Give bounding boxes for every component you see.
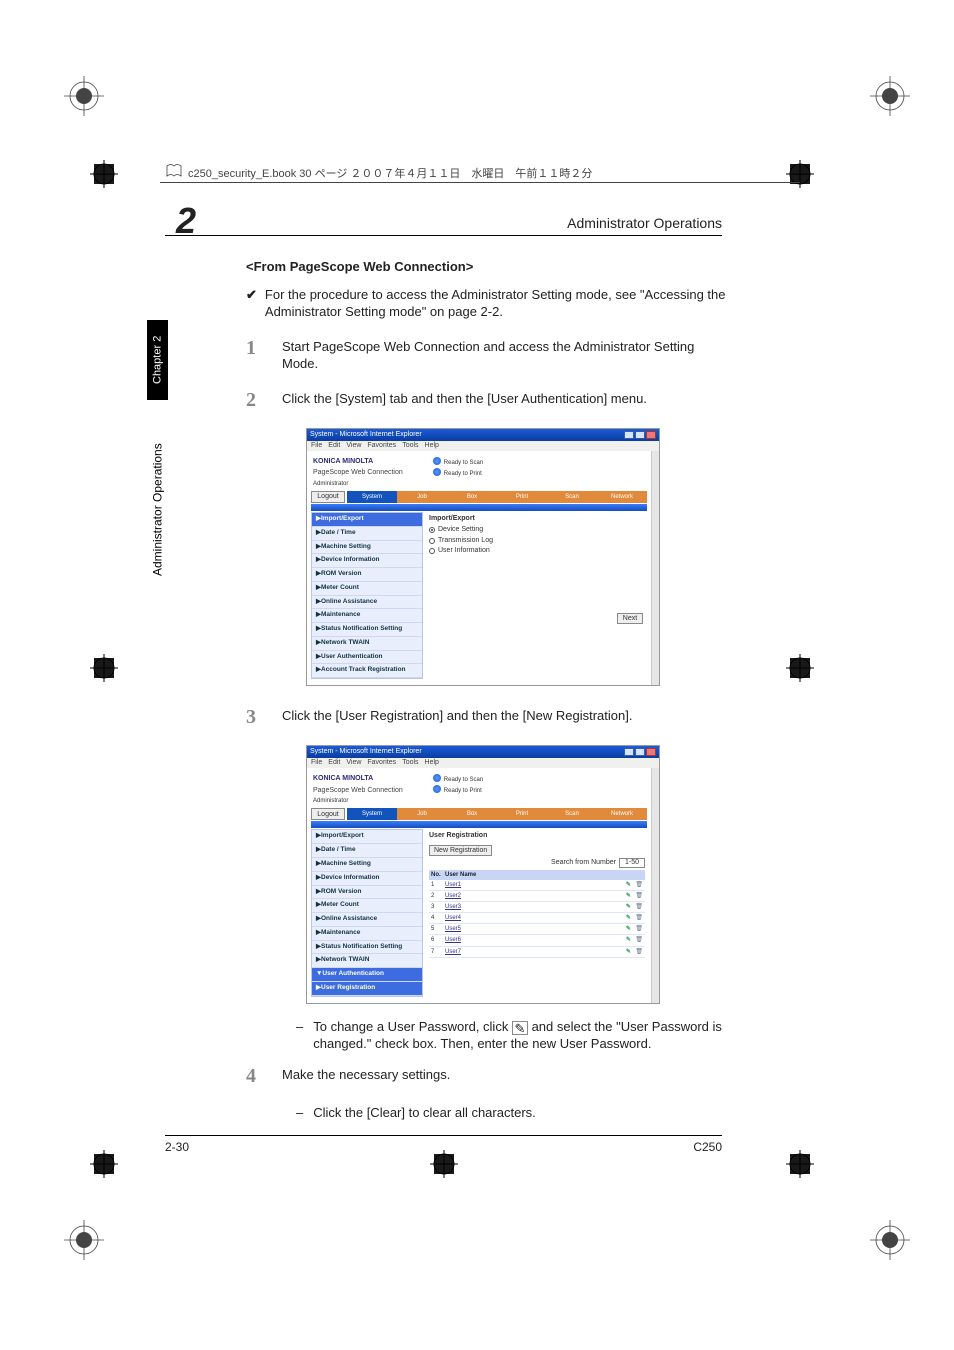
user-table: No.User Name 1User1✎🗑 2User2✎🗑 3User3✎🗑 … [429, 870, 645, 958]
step4-num: 4 [246, 1063, 266, 1090]
tab-job[interactable]: Job [397, 491, 447, 503]
tab-system[interactable]: System [347, 491, 397, 503]
status-icon-scan [433, 457, 441, 465]
admin-label: Administrator [307, 480, 651, 491]
step1-num: 1 [246, 335, 266, 373]
ie-menubar[interactable]: FileEditViewFavoritesToolsHelp [307, 441, 659, 451]
status-icon-print [433, 468, 441, 476]
panel-heading: Import/Export [429, 514, 645, 523]
minimize-icon [624, 431, 634, 439]
tab-box[interactable]: Box [447, 491, 497, 503]
side-tab-label: Administrator Operations [147, 430, 168, 590]
edit-icon[interactable]: ✎ [626, 904, 631, 910]
step3-num: 3 [246, 704, 266, 731]
pencil-icon: ✎ [512, 1021, 528, 1035]
delete-icon[interactable]: 🗑 [635, 926, 643, 932]
edit-icon[interactable]: ✎ [626, 949, 631, 955]
radio-transmission-log[interactable]: Transmission Log [429, 536, 645, 545]
tab-network[interactable]: Network [597, 491, 647, 503]
step4-text: Make the necessary settings. [282, 1063, 450, 1090]
table-row: 5User5✎🗑 [429, 924, 645, 935]
edit-icon[interactable]: ✎ [626, 882, 631, 888]
side-tab-chapter: Chapter 2 [147, 320, 168, 400]
table-row: 7User7✎🗑 [429, 946, 645, 957]
check-text: For the procedure to access the Administ… [265, 286, 726, 321]
tab-scan[interactable]: Scan [547, 491, 597, 503]
scrollbar[interactable] [651, 451, 659, 685]
page-footer: 2-30 C250 [165, 1135, 722, 1154]
running-header: c250_security_E.book 30 ページ ２００７年４月１１日 水… [160, 163, 800, 183]
step2-num: 2 [246, 387, 266, 414]
page-number: 2-30 [165, 1140, 189, 1154]
step1-text: Start PageScope Web Connection and acces… [282, 335, 726, 373]
table-row: 4User4✎🗑 [429, 913, 645, 924]
delete-icon[interactable]: 🗑 [635, 904, 643, 910]
checkmark-icon: ✔ [246, 286, 257, 321]
window-controls[interactable] [624, 431, 656, 439]
search-label: Search from Number [551, 858, 616, 867]
radio-device-setting[interactable]: Device Setting [429, 525, 645, 534]
delete-icon[interactable]: 🗑 [635, 915, 643, 921]
book-icon [166, 164, 182, 181]
table-row: 2User2✎🗑 [429, 891, 645, 902]
logout-button[interactable]: Logout [311, 491, 345, 503]
edit-icon[interactable]: ✎ [626, 937, 631, 943]
table-row: 1User1✎🗑 [429, 880, 645, 891]
screenshot-1: System - Microsoft Internet Explorer Fil… [306, 428, 660, 686]
section-title: Administrator Operations [567, 215, 722, 231]
scrollbar[interactable] [651, 768, 659, 1002]
sub3a-dash: – [296, 1018, 303, 1053]
table-row: 6User6✎🗑 [429, 935, 645, 946]
screenshot-2: System - Microsoft Internet Explorer Fil… [306, 745, 660, 1003]
sub3a-text: To change a User Password, click ✎ and s… [313, 1018, 726, 1053]
close-icon [646, 431, 656, 439]
panel-heading: User Registration [429, 831, 487, 840]
win-title: System - Microsoft Internet Explorer [310, 430, 422, 439]
logout-button[interactable]: Logout [311, 808, 345, 820]
edit-icon[interactable]: ✎ [626, 926, 631, 932]
running-header-text: c250_security_E.book 30 ページ ２００７年４月１１日 水… [188, 165, 592, 181]
new-registration-button[interactable]: New Registration [429, 845, 492, 856]
subheading: <From PageScope Web Connection> [246, 258, 726, 276]
sidemenu[interactable]: ▶Import/Export ▶Date / Time ▶Machine Set… [311, 512, 423, 679]
delete-icon[interactable]: 🗑 [635, 893, 643, 899]
delete-icon[interactable]: 🗑 [635, 949, 643, 955]
tab-print[interactable]: Print [497, 491, 547, 503]
window-controls[interactable] [624, 748, 656, 756]
model: C250 [693, 1140, 722, 1154]
edit-icon[interactable]: ✎ [626, 893, 631, 899]
step3-text: Click the [User Registration] and then t… [282, 704, 632, 731]
table-row: 3User3✎🗑 [429, 902, 645, 913]
radio-user-information[interactable]: User Information [429, 546, 645, 555]
delete-icon[interactable]: 🗑 [635, 882, 643, 888]
edit-icon[interactable]: ✎ [626, 915, 631, 921]
step2-text: Click the [System] tab and then the [Use… [282, 387, 647, 414]
next-button[interactable]: Next [617, 613, 643, 624]
cropmark-tl [90, 160, 118, 188]
sub4a-dash: – [296, 1104, 303, 1122]
title-rule [165, 235, 722, 236]
sub4a-text: Click the [Clear] to clear all character… [313, 1104, 536, 1122]
logo-km: KONICA MINOLTA [313, 457, 403, 466]
maximize-icon [635, 431, 645, 439]
range-select[interactable]: 1-50 [619, 858, 645, 868]
logo-wc: PageScope Web Connection [313, 468, 403, 477]
delete-icon[interactable]: 🗑 [635, 937, 643, 943]
